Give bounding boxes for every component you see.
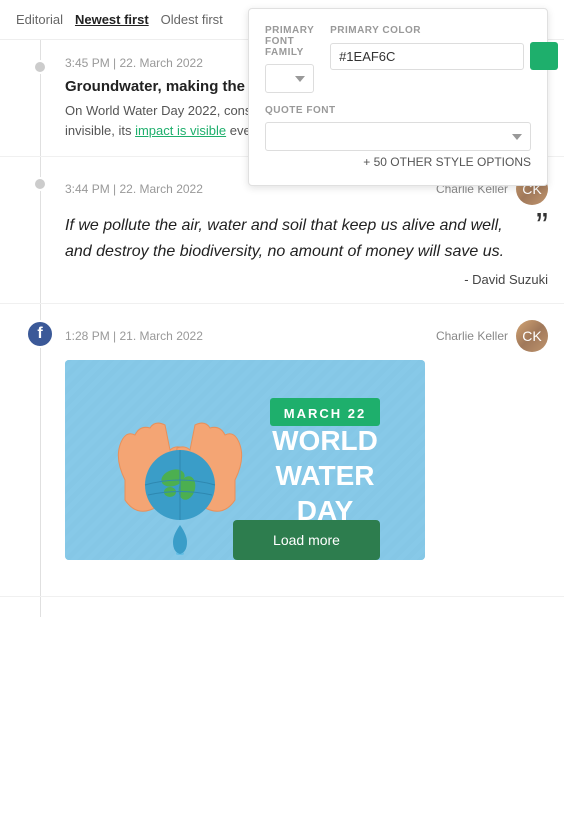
post-link[interactable]: impact is visible bbox=[135, 123, 226, 138]
svg-text:WORLD: WORLD bbox=[272, 425, 378, 456]
timeline-dot bbox=[33, 60, 47, 74]
svg-text:MARCH 22: MARCH 22 bbox=[284, 406, 366, 421]
filter-oldest[interactable]: Oldest first bbox=[161, 12, 223, 27]
load-more-button[interactable]: Load more bbox=[233, 520, 380, 560]
facebook-icon: f bbox=[26, 320, 54, 348]
list-item: f 1:28 PM | 21. March 2022 Charlie Kelle… bbox=[0, 304, 564, 597]
post-author: Charlie Keller CK bbox=[436, 320, 548, 352]
post-meta: 1:28 PM | 21. March 2022 Charlie Keller … bbox=[65, 320, 548, 352]
quote-container: ” If we pollute the air, water and soil … bbox=[65, 213, 548, 287]
post-content: 3:44 PM | 22. March 2022 Charlie Keller … bbox=[65, 173, 548, 287]
post-timestamp: 3:45 PM | 22. March 2022 bbox=[65, 56, 203, 70]
font-family-section: PRIMARY FONT FAMILY bbox=[265, 25, 314, 93]
primary-color-section: PRIMARY COLOR bbox=[330, 25, 558, 93]
font-family-select[interactable] bbox=[265, 64, 314, 93]
post-content: 1:28 PM | 21. March 2022 Charlie Keller … bbox=[65, 320, 548, 580]
post-timestamp: 1:28 PM | 21. March 2022 bbox=[65, 329, 203, 343]
quote-mark-icon: ” bbox=[536, 208, 548, 244]
timeline-dot bbox=[33, 177, 47, 191]
avatar-image: CK bbox=[516, 320, 548, 352]
quote-text: If we pollute the air, water and soil th… bbox=[65, 213, 548, 264]
font-family-label: PRIMARY FONT FAMILY bbox=[265, 25, 314, 58]
load-more-container: Load more bbox=[65, 500, 548, 580]
main-content: PRIMARY FONT FAMILY PRIMARY COLOR QUOTE … bbox=[0, 0, 564, 818]
filter-editorial[interactable]: Editorial bbox=[16, 12, 63, 27]
quote-font-select[interactable] bbox=[265, 122, 531, 151]
post-timestamp: 3:44 PM | 22. March 2022 bbox=[65, 182, 203, 196]
quote-font-label: QUOTE FONT bbox=[265, 105, 531, 116]
primary-color-label: PRIMARY COLOR bbox=[330, 25, 558, 36]
quote-font-section: QUOTE FONT bbox=[265, 105, 531, 151]
filter-newest[interactable]: Newest first bbox=[75, 12, 149, 27]
color-input-row bbox=[330, 42, 558, 70]
avatar: CK bbox=[516, 320, 548, 352]
color-hex-input[interactable] bbox=[330, 43, 524, 70]
color-swatch[interactable] bbox=[530, 42, 558, 70]
style-options-panel: PRIMARY FONT FAMILY PRIMARY COLOR QUOTE … bbox=[248, 8, 548, 186]
more-options-link[interactable]: + 50 OTHER STYLE OPTIONS bbox=[265, 155, 531, 169]
quote-attribution: - David Suzuki bbox=[65, 272, 548, 287]
svg-text:WATER: WATER bbox=[275, 460, 374, 491]
